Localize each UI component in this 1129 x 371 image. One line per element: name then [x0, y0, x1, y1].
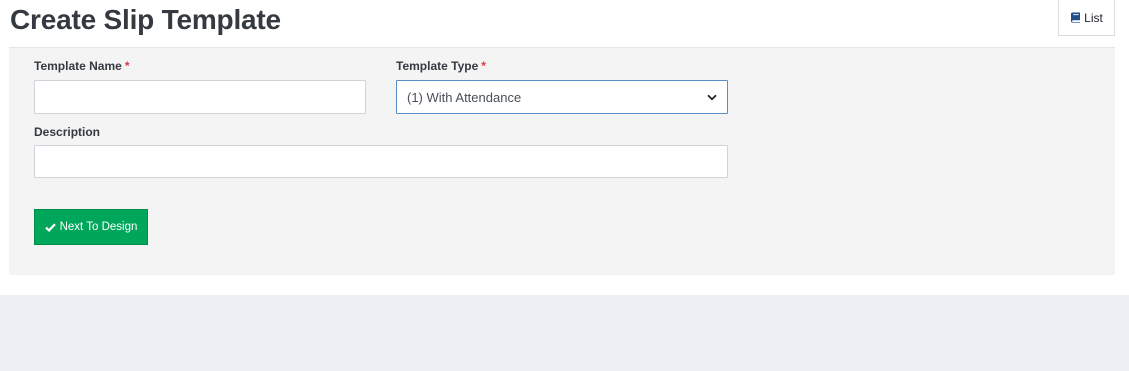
footer-area: [0, 295, 1129, 371]
next-to-design-button[interactable]: Next To Design: [34, 209, 148, 245]
list-button-label: List: [1084, 10, 1103, 25]
description-label-text: Description: [34, 125, 101, 139]
chevron-down-icon: [707, 94, 717, 101]
next-to-design-label: Next To Design: [59, 221, 138, 233]
description-input[interactable]: [34, 145, 728, 178]
check-icon: [44, 222, 56, 232]
template-type-label: Template Type *: [396, 59, 486, 73]
template-type-required-mark: *: [481, 59, 486, 73]
template-name-label-text: Template Name: [34, 59, 122, 73]
list-button[interactable]: List: [1058, 0, 1115, 36]
book-icon: [1070, 12, 1081, 23]
template-type-label-text: Template Type: [396, 59, 479, 73]
page-title: Create Slip Template: [10, 4, 281, 35]
template-type-select[interactable]: (1) With Attendance: [396, 80, 728, 114]
template-name-required-mark: *: [124, 59, 130, 73]
template-name-label: Template Name *: [34, 59, 129, 73]
form-card: Template Name * Template Type * (1) With A…: [9, 47, 1115, 275]
template-name-input[interactable]: [34, 80, 366, 114]
template-type-selected-value: (1) With Attendance: [407, 89, 522, 105]
page: Create Slip Template List Template Name *…: [0, 0, 1129, 371]
description-label: Description: [34, 125, 100, 139]
